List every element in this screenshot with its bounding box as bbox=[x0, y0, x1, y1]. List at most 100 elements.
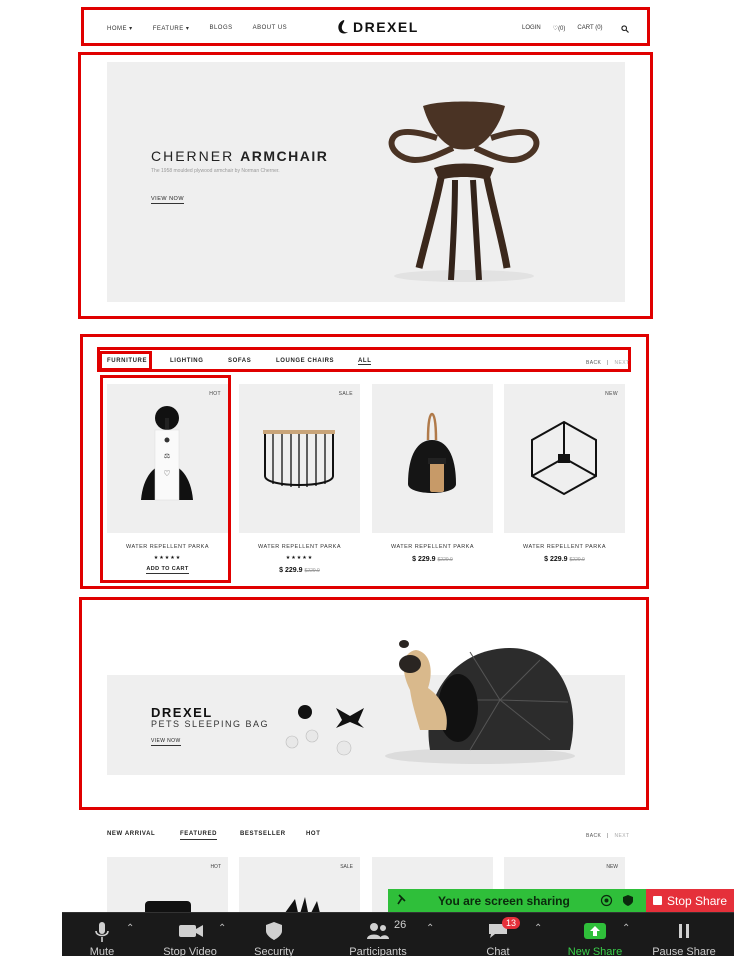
login-link[interactable]: LOGIN bbox=[522, 25, 541, 33]
current-price: $ 229.9 bbox=[279, 567, 303, 574]
pause-share-label: Pause Share bbox=[652, 946, 716, 958]
new-share-label: New Share bbox=[567, 946, 623, 958]
pause-share-button[interactable]: Pause Share bbox=[646, 913, 722, 958]
product-name[interactable]: WATER REPELLENT PARKA bbox=[372, 544, 493, 550]
tab-lighting[interactable]: LIGHTING bbox=[170, 358, 203, 364]
banner-subtitle: PETS SLEEPING BAG bbox=[151, 719, 270, 729]
security-button[interactable]: Security bbox=[246, 913, 302, 958]
product-price: $ 229.9 $229.9 bbox=[239, 567, 360, 574]
pager-separator: | bbox=[607, 833, 609, 839]
chevron-up-icon[interactable]: ⌃ bbox=[126, 923, 134, 934]
product-name[interactable]: WATER REPELLENT PARKA bbox=[504, 544, 625, 550]
rating-stars: ★★★★★ bbox=[285, 555, 314, 561]
nav-feature[interactable]: FEATURE ▾ bbox=[153, 25, 190, 32]
tab-new-arrival[interactable]: NEW ARRIVAL bbox=[107, 831, 155, 837]
product-image bbox=[504, 384, 625, 533]
nav-feature-label: FEATURE bbox=[152, 26, 184, 32]
logo-text: DREXEL bbox=[353, 19, 419, 35]
chevron-up-icon[interactable]: ⌃ bbox=[622, 923, 630, 934]
wishlist-count: (0) bbox=[558, 26, 566, 32]
people-icon bbox=[367, 923, 389, 939]
stop-video-button[interactable]: Stop Video bbox=[154, 913, 226, 958]
tab-furniture[interactable]: FURNITURE bbox=[107, 358, 147, 364]
participants-button[interactable]: 26 Participants bbox=[340, 913, 416, 958]
current-price: $ 229.9 bbox=[412, 556, 436, 563]
pet-bed-image bbox=[285, 640, 575, 764]
pager-back[interactable]: BACK bbox=[586, 833, 601, 839]
hero-title: CHERNER ARMCHAIR bbox=[151, 148, 329, 164]
category-pager: BACK | NEXT bbox=[586, 360, 629, 366]
screen-sharing-bar[interactable]: You are screen sharing bbox=[388, 889, 646, 912]
nav-blogs[interactable]: BLOGS bbox=[209, 25, 232, 32]
pager-next[interactable]: NEXT bbox=[615, 360, 630, 366]
nav-home[interactable]: HOME ▾ bbox=[107, 25, 133, 32]
header-actions: LOGIN ♡(0) CART (0) bbox=[522, 25, 629, 33]
new-share-button[interactable]: New Share bbox=[562, 913, 628, 958]
chevron-up-icon[interactable]: ⌃ bbox=[218, 923, 226, 934]
tab-sofas[interactable]: SOFAS bbox=[228, 358, 251, 364]
stop-icon bbox=[653, 896, 662, 905]
product-name[interactable]: WATER REPELLENT PARKA bbox=[239, 544, 360, 550]
mute-button[interactable]: Mute bbox=[78, 913, 126, 958]
cube-candle-holder-image bbox=[531, 420, 597, 496]
rating-stars: ★★★★★ bbox=[153, 555, 182, 561]
chat-button[interactable]: 13 Chat bbox=[476, 913, 521, 958]
banner-view-now-link[interactable]: VIEW NOW bbox=[151, 738, 181, 746]
share-arrow-icon bbox=[584, 923, 606, 939]
pager-back[interactable]: BACK bbox=[586, 360, 601, 366]
screen-sharing-text: You are screen sharing bbox=[438, 894, 570, 908]
pin-icon[interactable] bbox=[396, 894, 408, 906]
nav-home-label: HOME bbox=[107, 26, 127, 32]
add-to-cart-button[interactable]: ADD TO CART bbox=[107, 566, 228, 574]
tab-bestseller[interactable]: BESTSELLER bbox=[240, 831, 286, 837]
camera-icon bbox=[179, 925, 203, 937]
meeting-toolbar: Mute ⌃ Stop Video ⌃ Security 26 Particip… bbox=[62, 912, 734, 958]
product-image bbox=[372, 384, 493, 533]
tab-lounge-chairs[interactable]: LOUNGE CHAIRS bbox=[276, 358, 334, 364]
status-dot-icon bbox=[600, 894, 613, 907]
microphone-icon bbox=[95, 922, 109, 942]
hero-banner: CHERNER ARMCHAIR The 1958 moulded plywoo… bbox=[107, 62, 625, 302]
chevron-up-icon[interactable]: ⌃ bbox=[426, 923, 434, 934]
product-badge: NEW bbox=[605, 391, 618, 397]
chevron-up-icon[interactable]: ⌃ bbox=[534, 923, 542, 934]
mute-label: Mute bbox=[89, 946, 115, 958]
site-logo[interactable]: DREXEL bbox=[335, 19, 419, 35]
product-badge: HOT bbox=[209, 391, 221, 397]
tab-all[interactable]: ALL bbox=[358, 358, 372, 365]
product-image: ⚖ ♡ bbox=[107, 384, 228, 533]
stop-share-button[interactable]: Stop Share bbox=[646, 889, 734, 912]
featured-pager: BACK | NEXT bbox=[586, 833, 629, 839]
nav-about-us[interactable]: ABOUT US bbox=[253, 25, 288, 32]
tab-featured[interactable]: FEATURED bbox=[180, 831, 218, 840]
wishlist-link[interactable]: ♡(0) bbox=[553, 25, 566, 33]
wire-basket-image bbox=[263, 430, 335, 488]
stop-share-label: Stop Share bbox=[667, 894, 728, 908]
product-badge: NEW bbox=[606, 864, 618, 870]
participants-count: 26 bbox=[394, 919, 407, 931]
product-name[interactable]: WATER REPELLENT PARKA bbox=[107, 544, 228, 550]
stop-video-label: Stop Video bbox=[163, 946, 217, 958]
cart-link[interactable]: CART (0) bbox=[577, 25, 602, 33]
dustpan-image bbox=[408, 412, 456, 493]
chat-label: Chat bbox=[486, 946, 510, 958]
pager-separator: | bbox=[607, 360, 609, 366]
search-icon[interactable] bbox=[620, 25, 629, 33]
product-card-partial[interactable]: HOT bbox=[107, 857, 228, 917]
tab-hot[interactable]: HOT bbox=[306, 831, 320, 837]
old-price: $229.9 bbox=[569, 557, 585, 563]
product-image bbox=[239, 384, 360, 533]
add-to-cart-label: ADD TO CART bbox=[146, 566, 189, 574]
current-price: $ 229.9 bbox=[544, 556, 568, 563]
svg-text:⚖: ⚖ bbox=[164, 452, 170, 460]
armchair-image bbox=[388, 101, 540, 282]
product-card-partial[interactable]: SALE bbox=[239, 857, 360, 917]
security-label: Security bbox=[254, 946, 294, 958]
pendant-lamp-image: ⚖ ♡ bbox=[141, 406, 193, 501]
banner-title: DREXEL bbox=[151, 705, 213, 720]
old-price: $229.9 bbox=[437, 557, 453, 563]
product-badge: HOT bbox=[210, 864, 221, 870]
main-nav: HOME ▾ FEATURE ▾ BLOGS ABOUT US bbox=[107, 25, 287, 32]
pager-next[interactable]: NEXT bbox=[615, 833, 630, 839]
hero-view-now-link[interactable]: VIEW NOW bbox=[151, 196, 185, 204]
